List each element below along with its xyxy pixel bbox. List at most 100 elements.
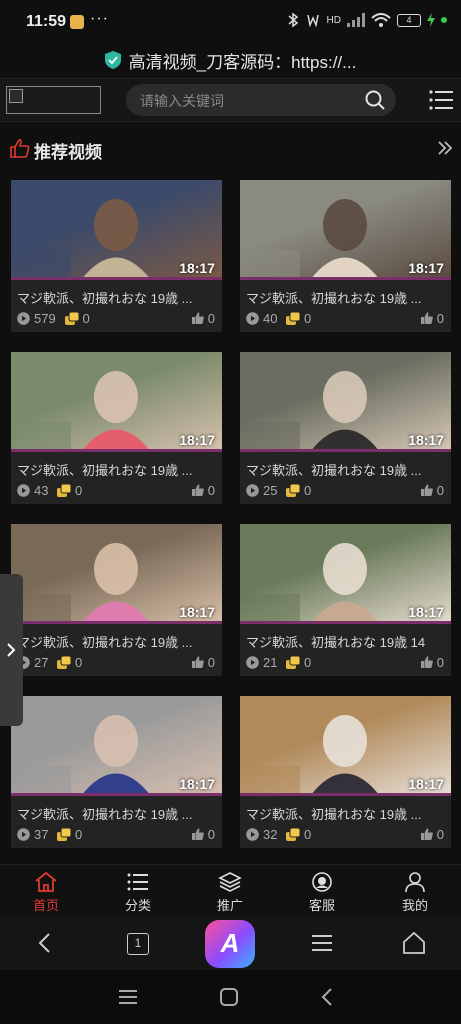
url-bar[interactable]: 高清视频_刀客源码：https://... [0,44,461,76]
tab-count-button[interactable]: 1 [127,933,149,955]
video-title[interactable]: マジ軟派、初撮れおな 19歳 14 [246,632,446,651]
video-thumbnail[interactable]: 18:17 [11,696,222,796]
alarm-icon [306,14,319,28]
search-input[interactable]: 请输入关键词 [126,84,396,116]
video-title[interactable]: マジ軟派、初撮れおな 19歳 ... [17,632,217,651]
video-thumbnail[interactable]: 18:17 [11,352,222,452]
video-title[interactable]: マジ軟派、初撮れおな 19歳 ... [17,460,217,479]
like-count: 0 [207,655,215,670]
like-group[interactable]: 0 [420,827,444,842]
video-thumbnail[interactable]: 18:17 [240,180,451,280]
video-title[interactable]: マジ軟派、初撮れおな 19歳 ... [246,288,446,307]
coin-icon [286,828,300,841]
like-count: 0 [207,311,215,326]
back-icon[interactable] [36,931,54,955]
like-icon [420,656,433,668]
video-card[interactable]: 18:17 マジ軟派、初撮れおな 19歳 ... 37 0 0 [11,696,222,848]
menu-icon[interactable] [429,89,453,111]
like-count: 0 [436,655,444,670]
coin-icon [57,484,71,497]
video-card[interactable]: 18:17 マジ軟派、初撮れおな 19歳 ... 27 0 0 [11,524,222,676]
recommended-section-header: 推荐视频 [0,134,461,164]
tab-category[interactable]: 分类 [108,871,168,917]
tab-promote[interactable]: 推广 [200,871,260,917]
like-group[interactable]: 0 [420,655,444,670]
like-group[interactable]: 0 [191,827,215,842]
hd-signal-label: HD [326,14,341,26]
tab-profile-label: 我的 [401,898,428,913]
site-logo[interactable] [6,86,101,114]
coin-icon [64,312,79,325]
thumbnail-progress-bar [240,621,451,624]
video-stats: 25 0 0 [246,483,446,499]
video-stats: 40 0 0 [246,311,446,327]
like-group[interactable]: 0 [420,483,444,498]
like-icon [191,828,204,840]
layers-icon [218,872,242,892]
video-card[interactable]: 18:17 マジ軟派、初撮れおな 19歳 ... 579 0 0 [11,180,222,332]
video-duration: 18:17 [408,260,444,276]
video-title[interactable]: マジ軟派、初撮れおな 19歳 ... [17,804,217,823]
browser-nav-bar: 1 A [0,918,461,970]
tab-support[interactable]: 客服 [292,871,352,917]
play-icon [17,312,30,325]
bluetooth-icon [288,12,298,28]
thumbnail-progress-bar [11,449,222,452]
coin-count: 0 [75,483,83,498]
cell-signal-icon [347,13,365,27]
video-thumbnail[interactable]: 18:17 [240,524,451,624]
video-thumbnail[interactable]: 18:17 [11,524,222,624]
video-thumbnail[interactable]: 18:17 [11,180,222,280]
video-card[interactable]: 18:17 マジ軟派、初撮れおな 19歳 ... 32 0 0 [240,696,451,848]
search-placeholder: 请输入关键词 [140,93,224,109]
menu-lines-icon[interactable] [311,931,333,955]
video-card[interactable]: 18:17 マジ軟派、初撮れおな 19歳 ... 43 0 0 [11,352,222,504]
system-back-icon[interactable] [320,987,334,1007]
play-icon [246,828,259,841]
video-duration: 18:17 [408,432,444,448]
video-card[interactable]: 18:17 マジ軟派、初撮れおな 19歳 ... 40 0 0 [240,180,451,332]
system-home-icon[interactable] [220,988,238,1006]
like-group[interactable]: 0 [191,655,215,670]
search-icon[interactable] [364,89,386,111]
support-icon [312,872,332,892]
video-stats: 32 0 0 [246,827,446,843]
side-drawer-handle[interactable] [0,574,23,726]
video-stats: 21 0 0 [246,655,446,671]
like-count: 0 [207,827,215,842]
browser-app-button[interactable]: A [205,920,255,968]
video-title[interactable]: マジ軟派、初撮れおな 19歳 ... [246,460,446,479]
thumbnail-progress-bar [240,793,451,796]
tab-promote-label: 推广 [216,898,243,913]
like-count: 0 [436,827,444,842]
like-group[interactable]: 0 [420,311,444,326]
recents-icon[interactable] [119,989,137,1005]
view-count: 43 [34,483,49,498]
thumbnail-progress-bar [240,277,451,280]
video-thumbnail[interactable]: 18:17 [240,696,451,796]
play-icon [17,828,30,841]
view-count: 21 [263,655,278,670]
like-icon [420,828,433,840]
like-group[interactable]: 0 [191,483,215,498]
like-icon [420,484,433,496]
like-icon [420,312,433,324]
tab-profile[interactable]: 我的 [385,871,445,917]
like-count: 0 [436,311,444,326]
coin-count: 0 [75,827,83,842]
like-group[interactable]: 0 [191,311,215,326]
video-title[interactable]: マジ軟派、初撮れおな 19歳 ... [246,804,446,823]
secure-shield-icon [104,51,121,69]
video-thumbnail[interactable]: 18:17 [240,352,451,452]
video-card[interactable]: 18:17 マジ軟派、初撮れおな 19歳 14 21 0 0 [240,524,451,676]
home-outline-icon[interactable] [402,931,426,955]
video-duration: 18:17 [408,776,444,792]
status-icons: HD 4 [287,12,447,28]
tab-home[interactable]: 首页 [16,871,76,917]
video-card[interactable]: 18:17 マジ軟派、初撮れおな 19歳 ... 25 0 0 [240,352,451,504]
play-icon [17,484,30,497]
video-duration: 18:17 [179,776,215,792]
double-chevron-right-icon[interactable] [437,139,453,157]
coin-count: 0 [75,655,83,670]
video-title[interactable]: マジ軟派、初撮れおな 19歳 ... [17,288,217,307]
